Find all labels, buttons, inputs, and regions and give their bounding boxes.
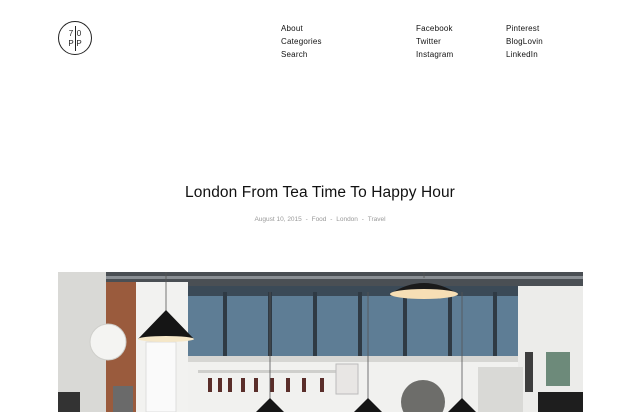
post-title: London From Tea Time To Happy Hour: [185, 184, 455, 201]
logo-char: P: [68, 39, 74, 48]
nav-search[interactable]: Search: [281, 48, 322, 61]
nav-categories[interactable]: Categories: [281, 35, 322, 48]
meta-separator: -: [361, 216, 364, 223]
site-logo[interactable]: 7 0 P P: [58, 21, 92, 55]
nav-pinterest[interactable]: Pinterest: [506, 22, 543, 35]
nav-linkedin[interactable]: LinkedIn: [506, 48, 543, 61]
social-nav-secondary: Pinterest BlogLovin LinkedIn: [506, 22, 543, 61]
nav-about[interactable]: About: [281, 22, 322, 35]
hero-image: [58, 272, 583, 412]
post-date: August 10, 2015: [254, 216, 302, 223]
nav-twitter[interactable]: Twitter: [416, 35, 453, 48]
logo-char: P: [76, 39, 82, 48]
category-link-food[interactable]: Food: [312, 216, 327, 223]
main-nav: About Categories Search: [281, 22, 322, 61]
category-link-london[interactable]: London: [336, 216, 358, 223]
cafe-interior-photo: [58, 272, 583, 412]
social-nav: Facebook Twitter Instagram: [416, 22, 453, 61]
nav-facebook[interactable]: Facebook: [416, 22, 453, 35]
nav-bloglovin[interactable]: BlogLovin: [506, 35, 543, 48]
nav-instagram[interactable]: Instagram: [416, 48, 453, 61]
meta-separator: -: [330, 216, 333, 223]
logo-char: 7: [68, 29, 74, 38]
post-meta: August 10, 2015 - Food - London - Travel: [0, 216, 640, 223]
logo-char: 0: [76, 29, 82, 38]
category-link-travel[interactable]: Travel: [368, 216, 386, 223]
meta-separator: -: [305, 216, 308, 223]
